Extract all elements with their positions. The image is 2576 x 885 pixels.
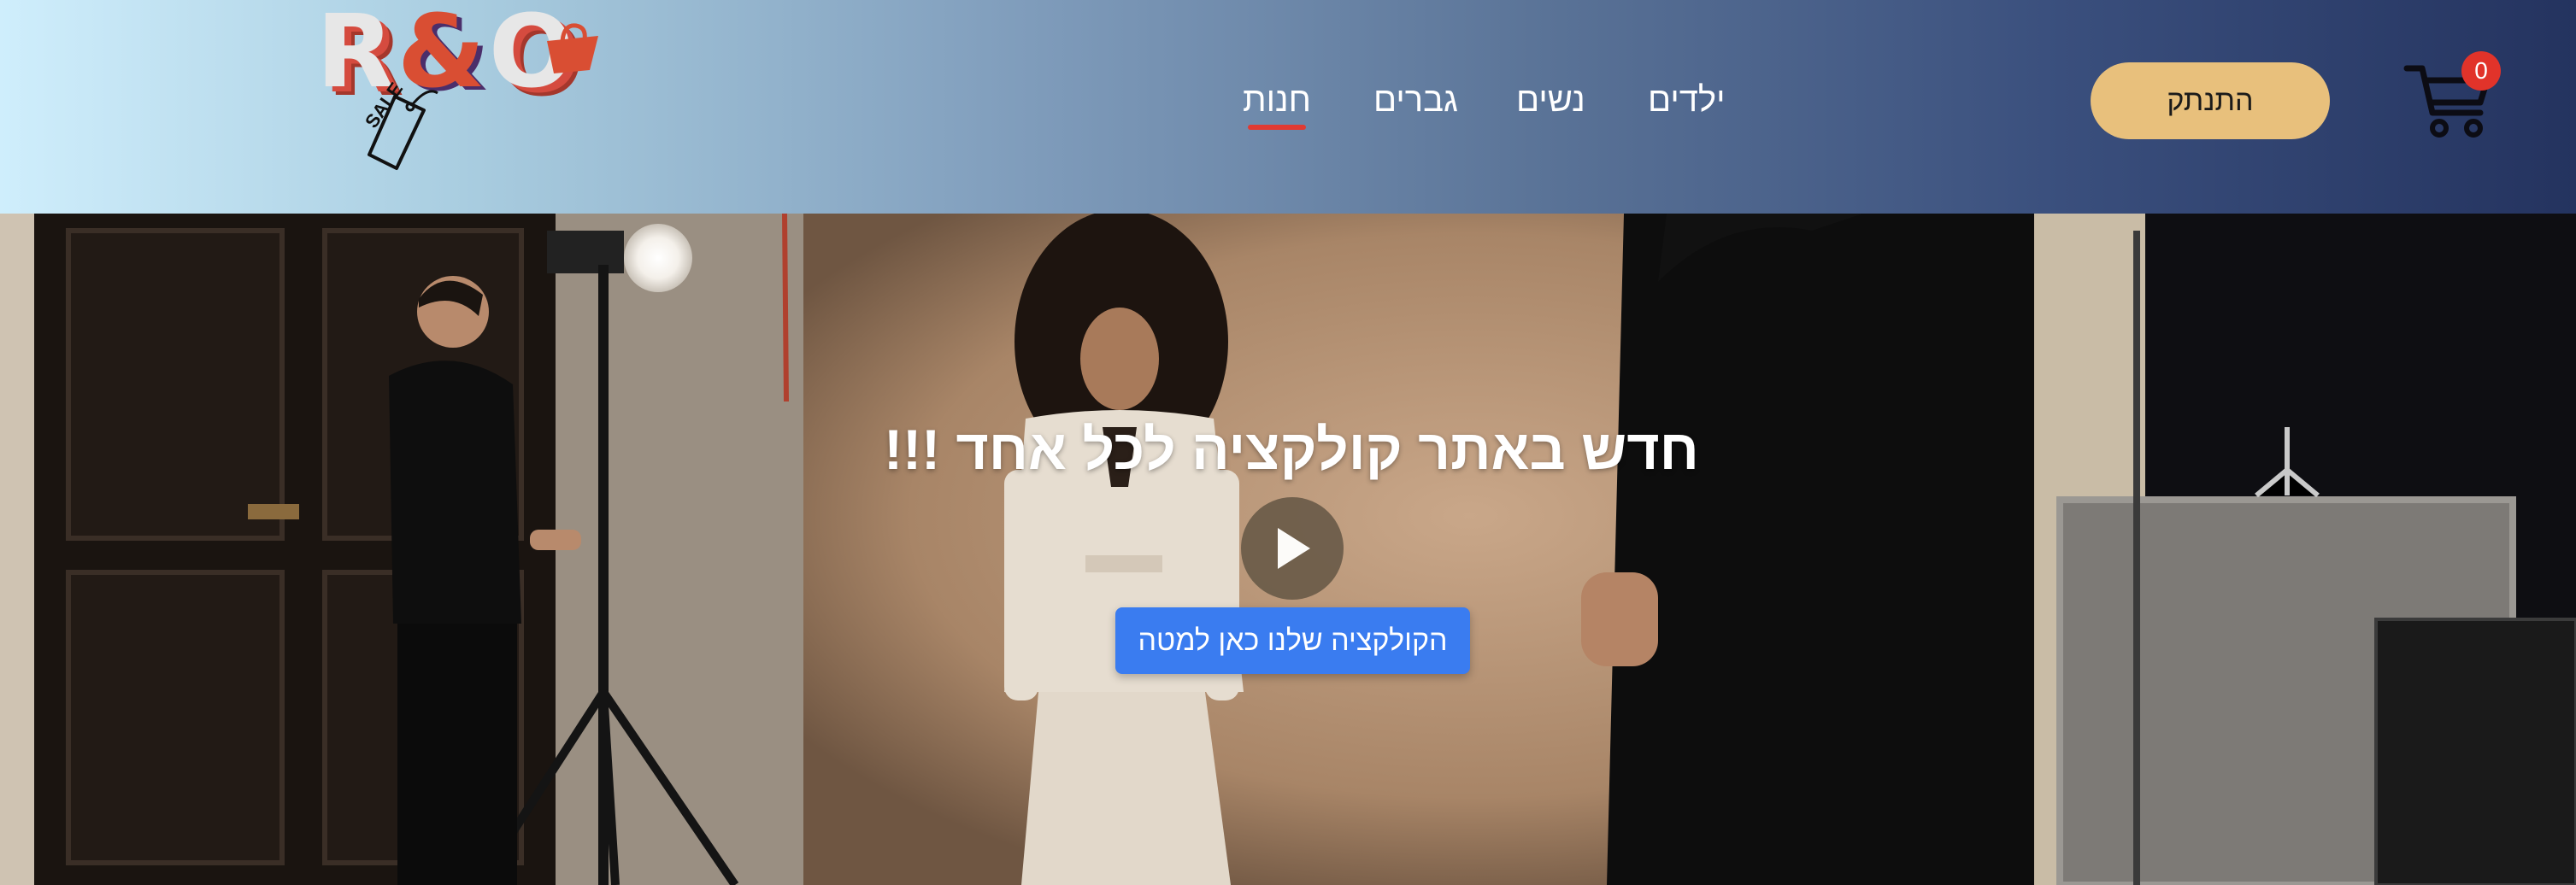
collection-cta-button[interactable]: הקולקציה שלנו כאן למטה — [1115, 607, 1470, 674]
cart-count-badge: 0 — [2461, 51, 2501, 91]
shopping-bag-icon — [547, 23, 598, 73]
logout-button[interactable]: התנתק — [2091, 62, 2330, 139]
play-button[interactable] — [1241, 497, 1344, 600]
brand-logo[interactable]: R&O SALE — [308, 0, 615, 171]
hero-video-section: חדש באתר קולקציה לכל אחד !!! הקולקציה של… — [0, 214, 2576, 885]
nav-item-women[interactable]: נשים — [1516, 75, 1585, 125]
nav-item-shop[interactable]: חנות — [1243, 75, 1311, 130]
site-header: R&O SALE חנות גברים נשים ילדים התנתק 0 — [0, 0, 2576, 214]
play-icon — [1278, 528, 1310, 569]
nav-item-men[interactable]: גברים — [1373, 75, 1458, 125]
hero-title: חדש באתר קולקציה לכל אחד !!! — [884, 418, 1699, 481]
nav-item-kids[interactable]: ילדים — [1648, 75, 1725, 125]
